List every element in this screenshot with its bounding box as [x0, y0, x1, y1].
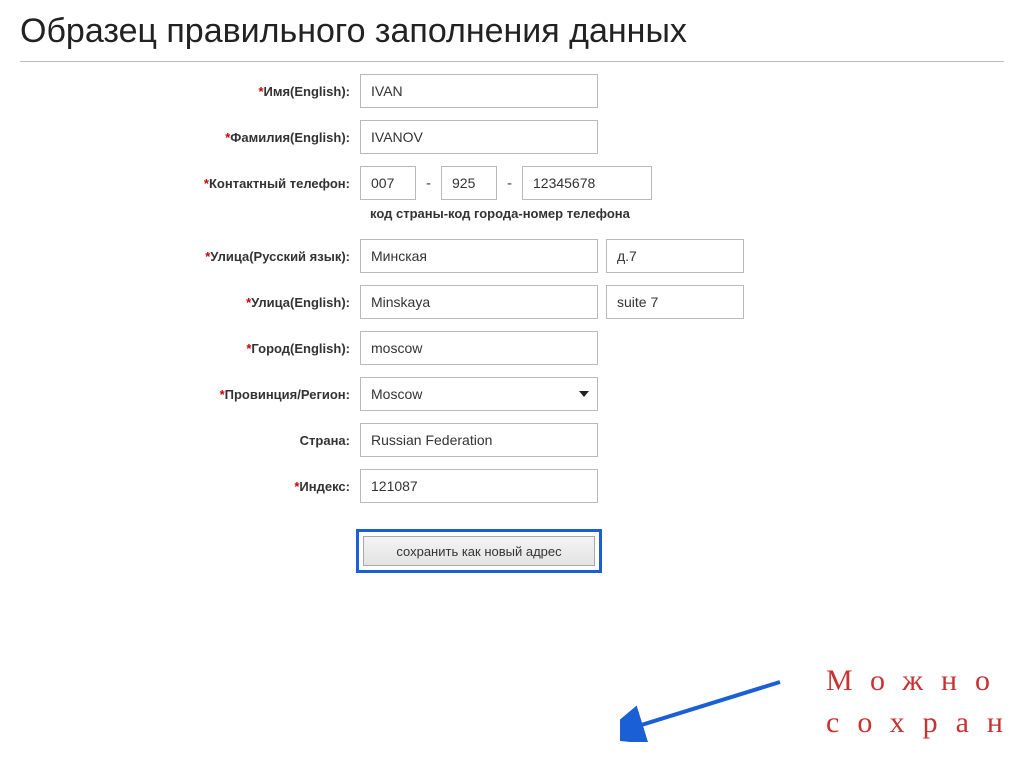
row-phone: *Контактный телефон: - -: [0, 166, 1024, 200]
row-first-name: *Имя(English):: [0, 74, 1024, 108]
chevron-down-icon: [579, 391, 589, 397]
row-zip: *Индекс:: [0, 469, 1024, 503]
annotation-arrow-icon: [620, 672, 790, 742]
last-name-input[interactable]: [360, 120, 598, 154]
save-as-new-address-button[interactable]: сохранить как новый адрес: [363, 536, 595, 566]
annotation-line2: сохран: [826, 702, 1021, 744]
phone-area-code-input[interactable]: [441, 166, 497, 200]
country-input[interactable]: [360, 423, 598, 457]
street-en-aux-input[interactable]: [606, 285, 744, 319]
city-input[interactable]: [360, 331, 598, 365]
label-street-en: *Улица(English):: [0, 295, 360, 310]
phone-number-input[interactable]: [522, 166, 652, 200]
annotation-line1: Можно: [826, 660, 1021, 702]
row-last-name: *Фамилия(English):: [0, 120, 1024, 154]
row-street-en: *Улица(English):: [0, 285, 1024, 319]
label-phone: *Контактный телефон:: [0, 176, 360, 191]
label-city: *Город(English):: [0, 341, 360, 356]
phone-dash: -: [505, 175, 514, 192]
form: *Имя(English): *Фамилия(English): *Конта…: [0, 62, 1024, 573]
phone-hint: код страны-код города-номер телефона: [360, 206, 1024, 239]
region-select-value: Moscow: [371, 386, 422, 402]
annotation-text: Можно сохран: [826, 660, 1021, 744]
label-street-ru: *Улица(Русский язык):: [0, 249, 360, 264]
label-last-name: *Фамилия(English):: [0, 130, 360, 145]
label-first-name: *Имя(English):: [0, 84, 360, 99]
page-title: Образец правильного заполнения данных: [0, 0, 1024, 55]
label-region: *Провинция/Регион:: [0, 387, 360, 402]
street-ru-main-input[interactable]: [360, 239, 598, 273]
street-ru-aux-input[interactable]: [606, 239, 744, 273]
region-select[interactable]: Moscow: [360, 377, 598, 411]
street-en-main-input[interactable]: [360, 285, 598, 319]
label-zip: *Индекс:: [0, 479, 360, 494]
row-country: Страна:: [0, 423, 1024, 457]
row-city: *Город(English):: [0, 331, 1024, 365]
first-name-input[interactable]: [360, 74, 598, 108]
phone-country-code-input[interactable]: [360, 166, 416, 200]
phone-dash: -: [424, 175, 433, 192]
label-country: Страна:: [0, 433, 360, 448]
save-button-highlight: сохранить как новый адрес: [356, 529, 602, 573]
row-street-ru: *Улица(Русский язык):: [0, 239, 1024, 273]
zip-input[interactable]: [360, 469, 598, 503]
row-region: *Провинция/Регион: Moscow: [0, 377, 1024, 411]
